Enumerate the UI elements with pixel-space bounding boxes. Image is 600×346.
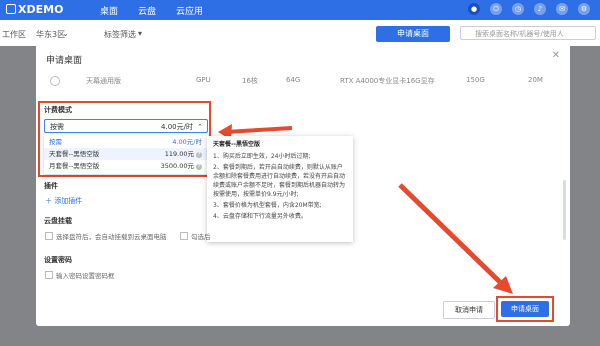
tooltip-line: 4、云盘存储和下行流量另外收费。 — [213, 213, 307, 220]
checkbox[interactable] — [180, 232, 188, 240]
tooltip-line: 1、购买后立即生效，24小时后过期; — [213, 153, 311, 160]
arrow-to-billing — [225, 126, 293, 134]
cloud-mount-option[interactable]: 选择盘符后，会自动挂载到云桌面电脑 — [45, 231, 167, 241]
plugin-label: 插件 — [44, 182, 58, 190]
add-plugin-label: 添加插件 — [54, 197, 83, 205]
cancel-button[interactable]: 取消申请 — [443, 301, 495, 319]
tooltip-line: 2、套餐到期后，若开启自动续费，则默认从账户余额扣除套餐费用进行自动续费，若没有… — [213, 164, 346, 198]
tooltip-title: 天套餐--黑悟空版 — [213, 141, 260, 148]
cloud-mount-label: 云盘挂载 — [44, 217, 72, 225]
plus-icon: ＋ — [45, 197, 55, 205]
tooltip-line: 3、套餐价格为机型套餐，内含20M带宽; — [213, 202, 322, 209]
checkbox[interactable] — [45, 271, 53, 279]
add-plugin-link[interactable]: ＋ 添加插件 — [45, 196, 82, 206]
password-option[interactable]: 输入密码设置密码框 — [45, 270, 115, 280]
password-label: 设置密码 — [44, 256, 72, 264]
arrow-to-submit — [398, 183, 506, 288]
package-tooltip: 天套餐--黑悟空版 1、购买后立即生效，24小时后过期; 2、套餐到期后，若开启… — [207, 136, 353, 242]
checkbox[interactable] — [45, 232, 53, 240]
cloud-mount-text: 选择盘符后，会自动挂载到云桌面电脑 — [56, 233, 167, 241]
cloud-mount-text-2: 勾选后 — [191, 233, 211, 241]
password-text: 输入密码设置密码框 — [56, 272, 115, 280]
submit-highlight-box — [496, 296, 554, 322]
cloud-mount-option-2[interactable]: 勾选后 — [180, 231, 211, 241]
